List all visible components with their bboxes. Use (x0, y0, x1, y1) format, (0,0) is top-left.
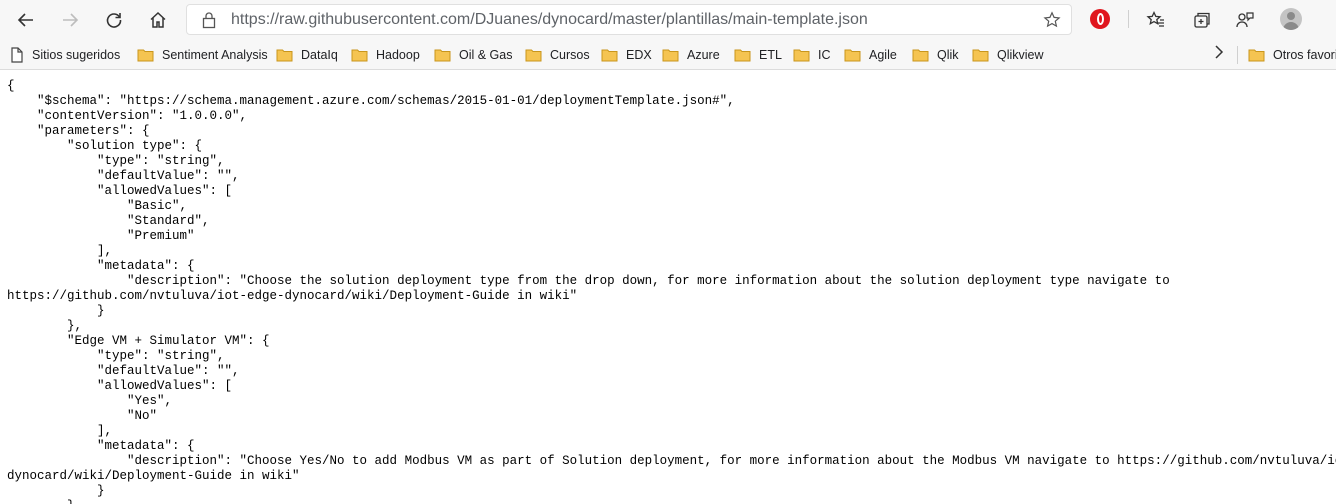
folder-icon (662, 49, 679, 62)
json-line: "defaultValue": "", (7, 169, 240, 183)
json-line: "type": "string", (7, 349, 225, 363)
avatar-icon[interactable] (1280, 8, 1302, 30)
bookmark-label: DataIq (301, 48, 338, 62)
bookmark-folder[interactable]: IC (793, 44, 831, 66)
favorites-icon (1146, 10, 1164, 27)
bookmark-folder[interactable]: Agile (844, 44, 897, 66)
json-line: "$schema": "https://schema.management.az… (7, 94, 735, 108)
forward-button[interactable] (54, 4, 86, 36)
bookmark-label: Agile (869, 48, 897, 62)
bookmark-folder[interactable]: ETL (734, 44, 782, 66)
chevron-right-icon[interactable] (1212, 44, 1226, 60)
toolbar-divider (1128, 10, 1129, 28)
bookmark-label: EDX (626, 48, 652, 62)
json-line: "contentVersion": "1.0.0.0", (7, 109, 248, 123)
bookmarks-divider (1237, 46, 1238, 64)
folder-icon (844, 49, 861, 62)
json-line: "allowedValues": [ (7, 184, 233, 198)
json-line: "No" (7, 409, 158, 423)
bookmark-label: Qlik (937, 48, 959, 62)
url-text[interactable]: https://raw.githubusercontent.com/DJuane… (231, 11, 868, 29)
json-line: "Premium" (7, 229, 195, 243)
json-line: "metadata": { (7, 439, 195, 453)
json-line: }, (7, 319, 83, 333)
feedback-icon (1236, 12, 1254, 28)
home-button[interactable] (142, 4, 174, 36)
back-button[interactable] (10, 4, 42, 36)
json-line: { (7, 79, 15, 93)
json-line: } (7, 484, 105, 498)
bookmark-label: ETL (759, 48, 782, 62)
bookmark-folder[interactable]: EDX (601, 44, 652, 66)
bookmark-label: IC (818, 48, 831, 62)
bookmark-folder[interactable]: Azure (662, 44, 720, 66)
json-line: https://github.com/nvtuluva/iot-edge-dyn… (7, 289, 578, 303)
json-line: "allowedValues": [ (7, 379, 233, 393)
json-line: "description": "Choose Yes/No to add Mod… (7, 454, 1336, 468)
bookmark-label: Otros favoritos (1273, 48, 1336, 62)
bookmark-label: Cursos (550, 48, 590, 62)
folder-icon (137, 49, 154, 62)
json-text: { "$schema": "https://schema.management.… (0, 70, 1336, 504)
json-line: ], (7, 244, 113, 258)
json-line: "defaultValue": "", (7, 364, 240, 378)
bookmark-folder[interactable]: Hadoop (351, 44, 420, 66)
folder-icon (434, 49, 451, 62)
folder-icon (525, 49, 542, 62)
bookmark-other-favorites[interactable]: Otros favoritos (1248, 44, 1336, 66)
refresh-button[interactable] (98, 4, 130, 36)
folder-icon (601, 49, 618, 62)
browser-toolbar: https://raw.githubusercontent.com/DJuane… (0, 0, 1336, 39)
bookmark-folder[interactable]: Qlik (912, 44, 959, 66)
bookmark-folder[interactable]: Oil & Gas (434, 44, 513, 66)
collections-icon (1194, 12, 1210, 28)
bookmark-label: Oil & Gas (459, 48, 513, 62)
home-icon (150, 11, 166, 28)
bookmark-label: Qlikview (997, 48, 1044, 62)
folder-icon (276, 49, 293, 62)
refresh-icon (106, 13, 122, 28)
bookmark-folder[interactable]: Cursos (525, 44, 590, 66)
json-line: }, (7, 499, 1336, 504)
folder-icon (793, 49, 810, 62)
folder-icon (972, 49, 989, 62)
json-line: "Edge VM + Simulator VM": { (7, 334, 270, 348)
favorites-button[interactable] (1140, 4, 1172, 36)
lock-icon[interactable] (201, 11, 217, 29)
bookmark-folder[interactable]: DataIq (276, 44, 338, 66)
bookmark-label: Sitios sugeridos (32, 48, 121, 62)
json-line: "Yes", (7, 394, 173, 408)
folder-icon (912, 49, 929, 62)
bookmark-sitios-sugeridos[interactable]: Sitios sugeridos (10, 44, 120, 66)
feedback-button[interactable] (1229, 4, 1261, 36)
bookmark-folder[interactable]: Qlikview (972, 44, 1044, 66)
json-line: "description": "Choose the solution depl… (7, 274, 1170, 288)
bookmark-label: Hadoop (376, 48, 420, 62)
bookmark-folder[interactable]: Sentiment Analysis (137, 44, 268, 66)
folder-icon (734, 49, 751, 62)
json-line: "Basic", (7, 199, 188, 213)
opera-icon[interactable] (1090, 9, 1110, 29)
folder-icon (351, 49, 368, 62)
json-line: "type": "string", (7, 154, 225, 168)
back-icon (17, 13, 33, 27)
star-icon[interactable] (1043, 11, 1061, 29)
page-icon (11, 47, 23, 63)
json-line: ], (7, 424, 113, 438)
address-bar[interactable]: https://raw.githubusercontent.com/DJuane… (186, 4, 1072, 35)
json-line: "metadata": { (7, 259, 195, 273)
json-line: dynocard/wiki/Deployment-Guide in wiki" (7, 469, 300, 483)
forward-icon (63, 13, 79, 27)
bookmark-label: Azure (687, 48, 720, 62)
collections-button[interactable] (1186, 4, 1218, 36)
folder-icon (1248, 49, 1265, 62)
json-line: "Standard", (7, 214, 210, 228)
bookmark-label: Sentiment Analysis (162, 48, 268, 62)
page-content: { "$schema": "https://schema.management.… (0, 70, 1336, 504)
json-line: "parameters": { (7, 124, 150, 138)
json-line: "solution type": { (7, 139, 203, 153)
bookmarks-bar: Sitios sugeridos Sentiment Analysis Data… (0, 39, 1336, 70)
json-line: } (7, 304, 105, 318)
